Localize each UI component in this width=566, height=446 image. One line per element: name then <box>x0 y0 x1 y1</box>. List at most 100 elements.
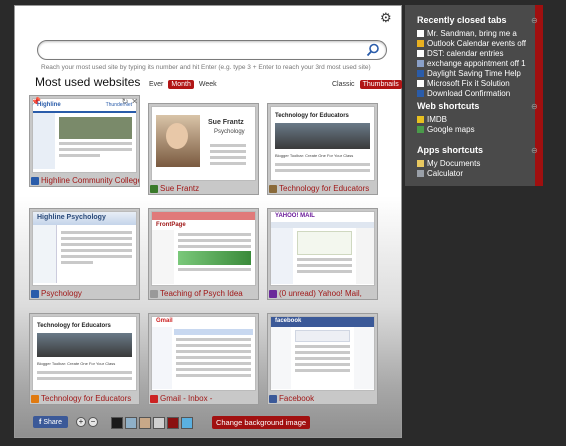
tile-caption[interactable]: Facebook <box>269 393 377 404</box>
site-favicon-icon <box>31 289 39 298</box>
gear-icon[interactable]: ⚙ <box>380 11 394 25</box>
facebook-icon <box>269 394 277 403</box>
site-tile[interactable]: YAHOO! MAIL (0 unread) Yahoo! Mail, <box>267 208 378 300</box>
site-thumbnail[interactable]: Technology for Educators Blogger Toolbar… <box>270 106 375 181</box>
view-classic[interactable]: Classic <box>329 80 358 89</box>
shortcut-calculator[interactable]: Calculator <box>417 168 480 178</box>
site-tile[interactable]: Technology for Educators Blogger Toolbar… <box>29 313 140 405</box>
site-favicon-icon <box>269 184 277 193</box>
tile-title: Highline Community College <box>41 176 139 185</box>
background-swatch[interactable] <box>111 417 123 429</box>
recent-tab-item[interactable]: exchange appointment off 1 <box>417 58 526 68</box>
refresh-icon[interactable]: ↻ <box>122 97 129 106</box>
site-favicon-icon <box>269 289 277 298</box>
share-label: Share <box>43 418 63 426</box>
recently-closed-title: Recently closed tabs <box>417 15 507 25</box>
thumb-heading: Gmail <box>156 318 173 324</box>
site-favicon-icon <box>31 176 39 185</box>
imdb-icon <box>417 115 424 123</box>
tile-caption[interactable]: Teaching of Psych Idea <box>150 288 258 299</box>
recent-tab-item[interactable]: Download Confirmation <box>417 88 526 98</box>
view-thumbnails[interactable]: Thumbnails <box>359 80 402 89</box>
site-tile[interactable]: Gmail Gmail - Inbox - <box>148 313 259 405</box>
recent-tab-item[interactable]: Microsoft Fix it Solution <box>417 78 526 88</box>
tile-title: Psychology <box>41 289 82 298</box>
site-tile[interactable]: FrontPage Teaching of Psych Idea <box>148 208 259 300</box>
recent-tab-item[interactable]: Outlook Calendar events off <box>417 38 526 48</box>
site-thumbnail[interactable]: facebook <box>270 316 375 391</box>
thumb-heading: Technology for Educators <box>275 113 349 119</box>
tile-title: Gmail - Inbox - <box>160 394 213 403</box>
recently-closed-list: Mr. Sandman, bring me a Outlook Calendar… <box>417 28 526 98</box>
thumb-subheading: Psychology <box>214 129 245 135</box>
view-mode-toggle: Classic Thumbnails <box>329 80 402 89</box>
site-tile[interactable]: Technology for Educators Blogger Toolbar… <box>267 103 378 195</box>
most-used-title: Most used websites <box>35 75 141 89</box>
site-thumbnail[interactable]: FrontPage <box>151 211 256 286</box>
tile-title: Technology for Educators <box>41 394 132 403</box>
apps-shortcuts-title: Apps shortcuts <box>417 145 484 155</box>
site-thumbnail[interactable]: Technology for Educators Blogger Toolbar… <box>32 316 137 391</box>
background-swatch[interactable] <box>153 417 165 429</box>
thumb-subheading: Blogger Toolbar: Create One For Your Cla… <box>37 361 116 366</box>
site-thumbnail[interactable]: Highline ThunderNet <box>32 98 137 173</box>
close-icon[interactable]: ✕ <box>131 97 138 106</box>
collapse-icon[interactable]: ⊖ <box>531 102 538 111</box>
site-thumbnail[interactable]: Highline Psychology <box>32 211 137 286</box>
period-week[interactable]: Week <box>196 80 220 89</box>
search-hint: Reach your most used site by typing its … <box>41 64 371 71</box>
tile-caption[interactable]: Technology for Educators <box>269 183 377 194</box>
thumb-heading: Technology for Educators <box>37 323 111 329</box>
period-ever[interactable]: Ever <box>146 80 166 89</box>
tile-caption[interactable]: Sue Frantz <box>150 183 258 194</box>
change-background-button[interactable]: Change background image <box>212 416 310 429</box>
site-tile[interactable]: Highline Psychology Psychology <box>29 208 140 300</box>
apps-shortcuts-list: My Documents Calculator <box>417 158 480 178</box>
site-favicon-icon <box>150 289 158 298</box>
site-thumbnail[interactable]: YAHOO! MAIL <box>270 211 375 286</box>
shortcut-my-documents[interactable]: My Documents <box>417 158 480 168</box>
windows-icon <box>417 89 424 97</box>
gmail-icon <box>150 394 158 403</box>
site-thumbnail[interactable]: Sue Frantz Psychology <box>151 106 256 181</box>
pin-icon[interactable]: 📌 <box>31 97 41 106</box>
tile-toolbar: 📌 ↻ ✕ <box>31 97 138 106</box>
site-thumbnail[interactable]: Gmail <box>151 316 256 391</box>
background-swatch[interactable] <box>181 417 193 429</box>
search-input[interactable] <box>48 42 368 61</box>
site-tile[interactable]: 📌 ↻ ✕ Highline ThunderNet Highline Commu… <box>29 95 140 187</box>
folder-icon <box>417 159 424 167</box>
recent-tab-item[interactable]: Daylight Saving Time Help <box>417 68 526 78</box>
speed-dial-panel: ⚙ Reach your most used site by typing it… <box>14 5 402 438</box>
page-icon <box>417 79 424 87</box>
background-swatch[interactable] <box>125 417 137 429</box>
zoom-in-icon[interactable]: + <box>76 417 86 427</box>
collapse-icon[interactable]: ⊖ <box>531 146 538 155</box>
site-tile[interactable]: facebook Facebook <box>267 313 378 405</box>
period-month[interactable]: Month <box>168 80 194 89</box>
forum-icon <box>417 59 424 67</box>
tile-caption[interactable]: Technology for Educators <box>31 393 139 404</box>
tile-title: (0 unread) Yahoo! Mail, <box>279 289 362 298</box>
search-icon[interactable] <box>366 43 380 57</box>
recent-tab-item[interactable]: Mr. Sandman, bring me a <box>417 28 526 38</box>
shortcut-imdb[interactable]: IMDB <box>417 114 475 124</box>
zoom-out-icon[interactable]: − <box>88 417 98 427</box>
tile-title: Sue Frantz <box>160 184 200 193</box>
search-box[interactable] <box>37 40 387 61</box>
tile-caption[interactable]: Gmail - Inbox - <box>150 393 258 404</box>
tile-caption[interactable]: Psychology <box>31 288 139 299</box>
help-icon <box>417 69 424 77</box>
site-tile[interactable]: Sue Frantz Psychology Sue Frantz <box>148 103 259 195</box>
collapse-icon[interactable]: ⊖ <box>531 16 538 25</box>
site-favicon-icon <box>31 394 39 403</box>
recent-tab-item[interactable]: DST: calendar entries <box>417 48 526 58</box>
sidebar: Recently closed tabs ⊖ Mr. Sandman, brin… <box>405 5 543 186</box>
background-swatch[interactable] <box>139 417 151 429</box>
shortcut-google-maps[interactable]: Google maps <box>417 124 475 134</box>
tile-caption[interactable]: Highline Community College <box>31 175 139 186</box>
thumb-subheading: Blogger Toolbar: Create One For Your Cla… <box>275 153 354 158</box>
tile-caption[interactable]: (0 unread) Yahoo! Mail, <box>269 288 377 299</box>
background-swatch[interactable] <box>167 417 179 429</box>
facebook-share-button[interactable]: f Share <box>33 416 68 428</box>
